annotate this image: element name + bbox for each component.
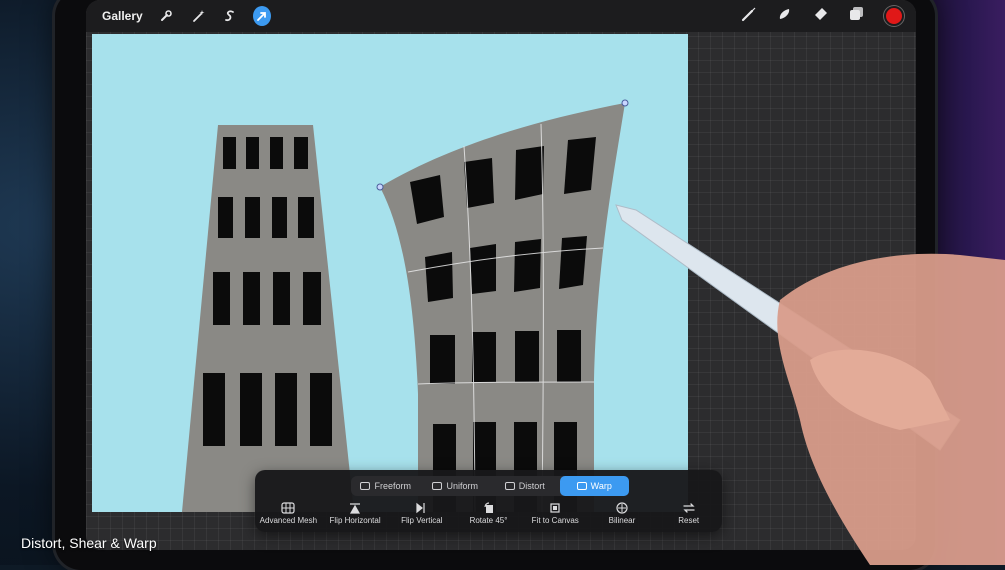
distort-icon <box>504 482 515 490</box>
eraser-icon[interactable] <box>812 5 830 28</box>
fit-canvas-icon <box>550 503 560 513</box>
rotate-45-button[interactable]: Rotate 45° <box>455 502 522 530</box>
bilinear-icon <box>616 502 628 514</box>
flip-vertical-icon <box>416 502 425 514</box>
flip-vertical-button[interactable]: Flip Vertical <box>388 502 455 530</box>
advanced-mesh-button[interactable]: Advanced Mesh <box>255 502 322 530</box>
rotate-icon <box>483 502 493 513</box>
uniform-icon <box>432 482 443 490</box>
mesh-grid-icon <box>281 502 295 514</box>
top-toolbar: Gallery <box>86 0 916 32</box>
mode-warp[interactable]: Warp <box>559 476 629 496</box>
mode-distort[interactable]: Distort <box>490 476 560 496</box>
wrench-icon[interactable] <box>157 7 175 25</box>
top-right-tools <box>740 5 904 28</box>
freeform-icon <box>360 482 371 490</box>
transform-mode-switch: Freeform Uniform Distort Warp <box>351 476 629 496</box>
magic-wand-icon[interactable] <box>189 7 207 25</box>
color-swatch-icon[interactable] <box>884 6 904 26</box>
flip-horizontal-button[interactable]: Flip Horizontal <box>322 502 389 530</box>
left-building <box>182 125 354 512</box>
gallery-button[interactable]: Gallery <box>102 9 143 23</box>
smudge-icon[interactable] <box>776 5 794 28</box>
fit-to-canvas-button[interactable]: Fit to Canvas <box>522 502 589 530</box>
mode-uniform[interactable]: Uniform <box>421 476 491 496</box>
drawing-canvas[interactable] <box>92 34 688 512</box>
bilinear-button[interactable]: Bilinear <box>589 502 656 530</box>
mode-freeform[interactable]: Freeform <box>351 476 421 496</box>
warp-handle-top-right <box>621 99 629 107</box>
reset-button[interactable]: Reset <box>655 502 722 530</box>
transform-arrow-icon[interactable] <box>252 6 271 26</box>
reset-icon <box>683 503 695 513</box>
layers-icon[interactable] <box>848 5 866 28</box>
video-caption: Distort, Shear & Warp <box>21 535 157 551</box>
warp-handle-top-left <box>376 183 384 191</box>
transform-actions: Advanced Mesh Flip Horizontal Flip Verti… <box>255 502 722 530</box>
selection-s-icon[interactable] <box>221 7 239 25</box>
flip-horizontal-icon <box>350 503 361 514</box>
transform-toolbar: Freeform Uniform Distort Warp Advanced M… <box>255 470 722 532</box>
brush-icon[interactable] <box>740 5 758 28</box>
warp-icon <box>576 482 587 490</box>
canvas-artwork <box>182 99 629 512</box>
